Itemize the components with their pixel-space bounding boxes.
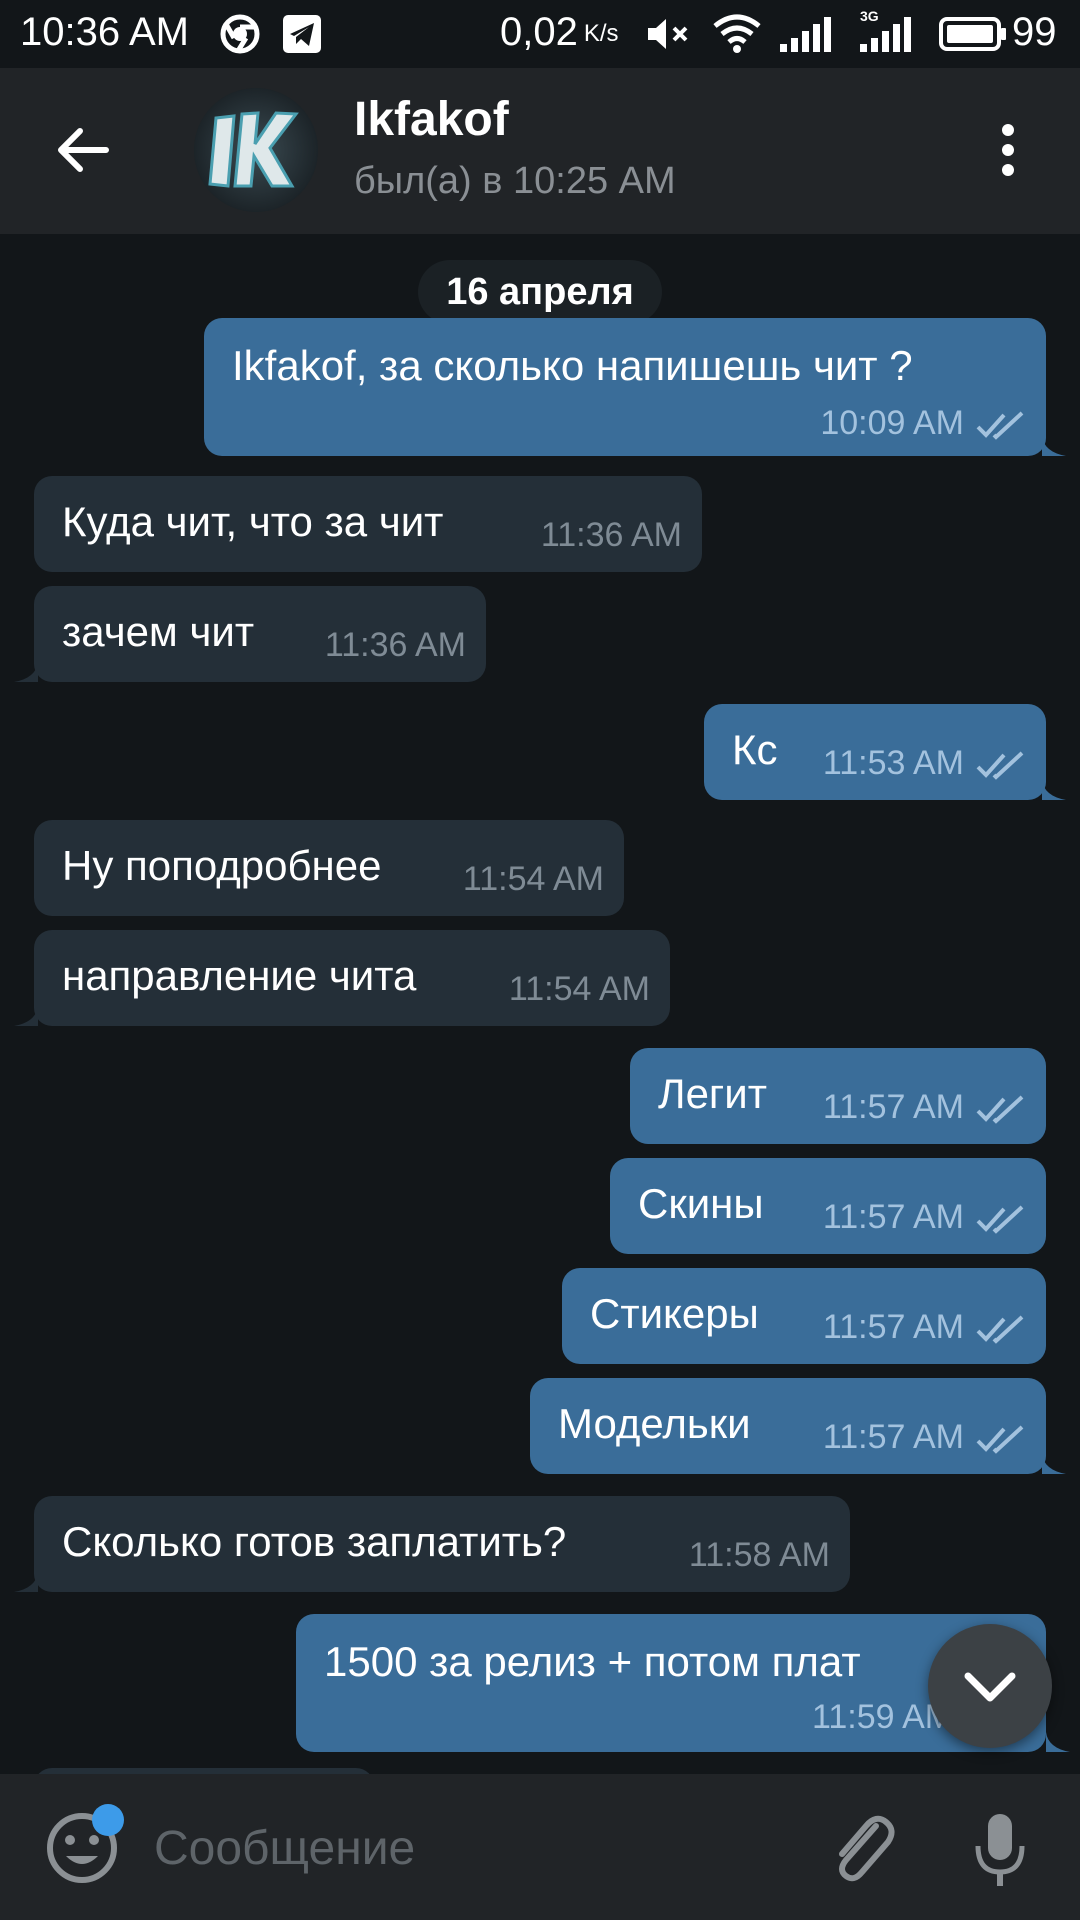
message-time: 11:54 AM [462, 860, 604, 898]
message-time: 11:58 AM [688, 1536, 830, 1574]
avatar[interactable] [194, 88, 318, 212]
message-text: Кс [732, 726, 778, 773]
message-text: Стикеры [590, 1290, 759, 1337]
contact-name[interactable]: Ikfakof [354, 92, 509, 147]
read-checkmarks-icon [976, 1095, 1024, 1124]
bubble-tail [1042, 780, 1066, 800]
chat-header: Ikfakof был(а) в 10:25 AM [0, 68, 1080, 234]
message-meta: 11:53 AM [823, 744, 1026, 783]
chevron-down-icon [964, 1672, 1016, 1702]
message-text: Скины [638, 1180, 764, 1227]
mute-icon [646, 14, 692, 64]
signal-3g-icon: 3G [858, 8, 914, 64]
incoming-message[interactable]: Куда чит, что за чит 11:36 AM [34, 476, 702, 572]
message-time: 10:09 AM [820, 404, 964, 442]
message-meta: 11:57 AM [823, 1418, 1026, 1457]
incoming-message[interactable]: зачем чит 11:36 AM [14, 586, 486, 682]
incoming-message[interactable]: Ну поподробнее 11:54 AM [34, 820, 624, 916]
chrome-icon [220, 14, 260, 64]
message-text: зачем чит [62, 608, 255, 655]
message-meta: 11:57 AM [823, 1308, 1026, 1347]
signal-icon [778, 14, 834, 64]
outgoing-message[interactable]: Стикеры 11:57 AM [562, 1268, 1046, 1364]
back-button[interactable] [48, 114, 120, 186]
message-meta: 11:57 AM [823, 1198, 1026, 1237]
read-checkmarks-icon [976, 1315, 1024, 1344]
read-checkmarks-icon [976, 1205, 1024, 1234]
battery-percent: 99 [1012, 10, 1057, 54]
message-text: Куда чит, что за чит [62, 498, 444, 545]
message-time: 11:57 AM [822, 1308, 964, 1346]
status-time: 10:36 AM [20, 10, 190, 54]
outgoing-message[interactable]: Ikfakof, за сколько напишешь чит ? 10:09… [204, 318, 1066, 456]
message-time: 11:36 AM [540, 516, 682, 554]
avatar-logo-icon [194, 88, 318, 212]
bubble-tail [14, 662, 38, 682]
message-meta: 10:09 AM [820, 404, 1026, 443]
arrow-left-icon [58, 128, 109, 172]
new-stickers-badge [92, 1804, 124, 1836]
message-text: Сколько готов заплатить? [62, 1518, 567, 1565]
telegram-icon [282, 14, 322, 64]
message-text: Ну поподробнее [62, 842, 382, 889]
attach-button[interactable] [826, 1810, 900, 1888]
net-speed-unit: K/s [583, 20, 619, 48]
battery-icon [938, 14, 1008, 64]
last-seen-status: был(а) в 10:25 AM [354, 160, 676, 202]
message-text: 1500 за релиз + потом плат [324, 1638, 861, 1685]
outgoing-message[interactable]: Скины 11:57 AM [610, 1158, 1046, 1254]
bubble-tail [14, 1006, 38, 1026]
more-vert-icon [1002, 124, 1014, 176]
message-input[interactable] [154, 1808, 794, 1888]
message-time: 11:54 AM [508, 970, 650, 1008]
incoming-message[interactable]: направление чита 11:54 AM [14, 930, 670, 1026]
message-text: Легит [658, 1070, 767, 1117]
message-list[interactable]: 16 апреля Ikfakof, за сколько напишешь ч… [0, 234, 1080, 1774]
paperclip-icon [839, 1815, 895, 1882]
more-menu-button[interactable] [980, 118, 1036, 182]
message-text: направление чита [62, 952, 417, 999]
message-text: Модельки [558, 1400, 751, 1447]
outgoing-message[interactable]: Модельки 11:57 AM [530, 1378, 1066, 1474]
scroll-to-bottom-button[interactable] [928, 1624, 1052, 1748]
status-bar: 10:36 AM 0,02 K/s 3G 99 [0, 0, 1080, 68]
read-checkmarks-icon [976, 411, 1024, 440]
microphone-icon [975, 1814, 1025, 1886]
net-speed-value: 0,02 [500, 10, 578, 54]
bubble-tail [14, 1572, 38, 1592]
bubble-tail [1042, 1454, 1066, 1474]
message-time: 11:57 AM [822, 1418, 964, 1456]
message-time: 11:57 AM [822, 1198, 964, 1236]
message-time: 11:53 AM [822, 744, 964, 782]
outgoing-message[interactable]: Кс 11:53 AM [704, 704, 1066, 800]
read-checkmarks-icon [976, 1425, 1024, 1454]
voice-message-button[interactable] [970, 1810, 1030, 1890]
message-time: 11:57 AM [822, 1088, 964, 1126]
message-meta: 11:57 AM [823, 1088, 1026, 1127]
date-separator: 16 апреля [418, 260, 662, 324]
bubble-tail [1042, 436, 1066, 456]
net-speed: 0,02 K/s [500, 10, 619, 55]
message-time: 11:36 AM [324, 626, 466, 664]
read-checkmarks-icon [976, 751, 1024, 780]
network-type-label: 3G [860, 8, 879, 24]
outgoing-message[interactable]: Легит 11:57 AM [630, 1048, 1046, 1144]
message-text: Ikfakof, за сколько напишешь чит ? [232, 342, 913, 389]
message-input-bar [0, 1774, 1080, 1920]
incoming-message[interactable]: Сколько готов заплатить? 11:58 AM [14, 1496, 850, 1592]
wifi-icon [712, 14, 762, 64]
